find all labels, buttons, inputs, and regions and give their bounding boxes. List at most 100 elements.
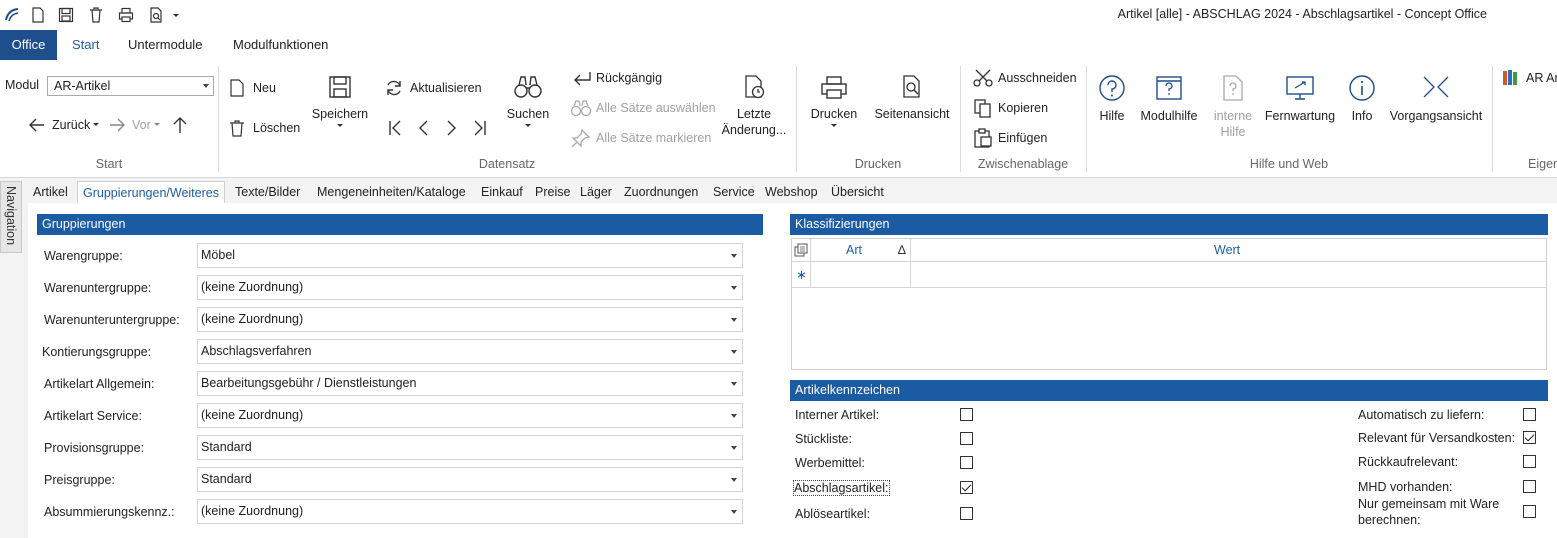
provisionsgruppe-select[interactable]: Standard — [197, 435, 743, 460]
werbemittel-checkbox[interactable] — [960, 456, 973, 469]
tab-einkauf[interactable]: Einkauf — [476, 181, 528, 203]
warengruppe-select[interactable]: Möbel — [197, 243, 743, 268]
first-record-icon — [389, 120, 401, 136]
module-help-button[interactable]: Modulhilfe — [1136, 74, 1202, 124]
warenuntergruppe-select[interactable]: (keine Zuordnung) — [197, 275, 743, 300]
page-preview-button[interactable]: Seitenansicht — [870, 74, 954, 122]
interner-artikel-label: Interner Artikel: — [795, 408, 880, 422]
warengruppe-value: Möbel — [201, 248, 236, 262]
previous-record-button[interactable] — [415, 118, 431, 138]
internal-help-button[interactable]: interne Hilfe — [1206, 74, 1260, 140]
tab-artikel[interactable]: Artikel — [28, 181, 73, 203]
back-button[interactable]: Zurück — [26, 115, 100, 135]
group-label-start: Start — [95, 157, 123, 171]
forward-button[interactable]: Vor — [106, 115, 161, 135]
process-view-label: Vorgangsansicht — [1389, 109, 1483, 123]
first-record-button[interactable] — [387, 118, 403, 138]
kontierungsgruppe-select[interactable]: Abschlagsverfahren — [197, 339, 743, 364]
undo-button[interactable]: Rückgängig — [570, 68, 662, 88]
navigation-strip[interactable]: Navigation — [0, 181, 22, 253]
mhd-vorhanden-checkbox[interactable] — [1523, 480, 1536, 493]
last-record-button[interactable] — [472, 118, 488, 138]
new-row-art-cell[interactable] — [811, 263, 910, 287]
artikelart-service-select[interactable]: (keine Zuordnung) — [197, 403, 743, 428]
modul-select[interactable]: AR-Artikel — [47, 76, 214, 96]
klassifizierungen-header: Klassifizierungen — [790, 214, 1548, 235]
tab-office[interactable]: Office — [0, 30, 57, 60]
print-preview-icon — [903, 75, 920, 98]
scissors-icon — [973, 69, 993, 87]
print-icon[interactable] — [116, 5, 136, 25]
tab-service[interactable]: Service — [708, 181, 760, 203]
quick-access-dropdown-icon[interactable] — [170, 5, 182, 25]
last-record-icon — [474, 120, 486, 136]
internal-help-icon — [1223, 75, 1243, 101]
new-document-icon[interactable] — [28, 5, 48, 25]
ar-button[interactable]: AR Ar — [1500, 68, 1557, 88]
relevant-versandkosten-checkbox[interactable] — [1523, 431, 1536, 444]
interner-artikel-checkbox[interactable] — [960, 408, 973, 421]
new-button[interactable]: Neu — [228, 78, 276, 98]
provisionsgruppe-label: Provisionsgruppe: — [44, 441, 145, 455]
help-button[interactable]: Hilfe — [1094, 74, 1130, 124]
arrow-up-icon — [173, 117, 187, 133]
nur-gemeinsam-checkbox[interactable] — [1523, 505, 1536, 518]
mark-all-records-button[interactable]: Alle Sätze markieren — [570, 128, 711, 148]
paste-button[interactable]: Einfügen — [972, 128, 1047, 148]
artikelart-allgemein-value: Bearbeitungsgebühr / Dienstleistungen — [201, 376, 417, 390]
info-button[interactable]: Info — [1344, 74, 1380, 124]
tab-zuordnungen[interactable]: Zuordnungen — [619, 181, 703, 203]
tab-start[interactable]: Start — [58, 30, 113, 60]
save-button[interactable]: Speichern — [310, 74, 370, 130]
up-button[interactable] — [170, 114, 190, 136]
tab-webshop[interactable]: Webshop — [760, 181, 823, 203]
tab-laeger[interactable]: Läger — [575, 181, 617, 203]
new-row-icon: ∗ — [796, 267, 807, 282]
print-button[interactable]: Drucken — [806, 74, 862, 130]
undo-icon — [574, 72, 591, 86]
new-row-wert-cell[interactable] — [911, 263, 1546, 287]
warenunteruntergruppe-select[interactable]: (keine Zuordnung) — [197, 307, 743, 332]
automatisch-zu-liefern-checkbox[interactable] — [1523, 408, 1536, 421]
rueckkaufrelevant-checkbox[interactable] — [1523, 455, 1536, 468]
delete-icon[interactable] — [86, 5, 106, 25]
absummierungskennz-select[interactable]: (keine Zuordnung) — [197, 499, 743, 524]
column-chooser-icon[interactable] — [794, 243, 808, 257]
tab-texte-bilder[interactable]: Texte/Bilder — [230, 181, 305, 203]
next-record-button[interactable] — [444, 118, 460, 138]
search-label: Suchen — [506, 107, 550, 121]
warengruppe-label: Warengruppe: — [44, 249, 123, 263]
stueckliste-checkbox[interactable] — [960, 432, 973, 445]
tab-modulfunktionen[interactable]: Modulfunktionen — [219, 30, 342, 60]
cut-button[interactable]: Ausschneiden — [972, 68, 1077, 88]
chevron-down-icon — [731, 318, 737, 322]
klassifizierungen-grid[interactable]: Art ∆ Wert ∗ — [791, 238, 1547, 370]
process-view-button[interactable]: Vorgangsansicht — [1386, 74, 1486, 124]
print-label: Drucken — [810, 107, 858, 121]
delete-button[interactable]: Löschen — [228, 118, 300, 138]
column-header-art[interactable]: Art — [846, 243, 862, 257]
tab-gruppierungen-weiteres[interactable]: Gruppierungen/Weiteres — [77, 181, 225, 203]
remote-maintenance-button[interactable]: Fernwartung — [1262, 74, 1338, 124]
abschlagsartikel-checkbox[interactable] — [960, 481, 973, 494]
paste-label: Einfügen — [998, 131, 1048, 145]
select-all-records-button[interactable]: Alle Sätze auswählen — [570, 98, 716, 118]
tab-uebersicht[interactable]: Übersicht — [826, 181, 889, 203]
refresh-button[interactable]: Aktualisieren — [384, 78, 482, 98]
abloeseartikel-checkbox[interactable] — [960, 507, 973, 520]
last-change-button[interactable]: Letzte Änderung... — [718, 74, 790, 138]
print-preview-icon[interactable] — [146, 5, 166, 25]
chevron-down-icon — [153, 123, 160, 126]
tab-untermodule[interactable]: Untermodule — [114, 30, 216, 60]
tab-preise[interactable]: Preise — [530, 181, 575, 203]
search-button[interactable]: Suchen — [500, 74, 556, 130]
copy-button[interactable]: Kopieren — [972, 98, 1048, 118]
chevron-down-icon — [731, 510, 737, 514]
preisgruppe-select[interactable]: Standard — [197, 467, 743, 492]
help-label: Hilfe — [1099, 109, 1125, 123]
column-header-wert[interactable]: Wert — [1214, 243, 1240, 257]
artikelart-allgemein-select[interactable]: Bearbeitungsgebühr / Dienstleistungen — [197, 371, 743, 396]
tab-mengeneinheiten-kataloge[interactable]: Mengeneinheiten/Kataloge — [312, 181, 471, 203]
window-title: Artikel [alle] - ABSCHLAG 2024 - Abschla… — [1117, 7, 1487, 21]
save-icon[interactable] — [56, 5, 76, 25]
